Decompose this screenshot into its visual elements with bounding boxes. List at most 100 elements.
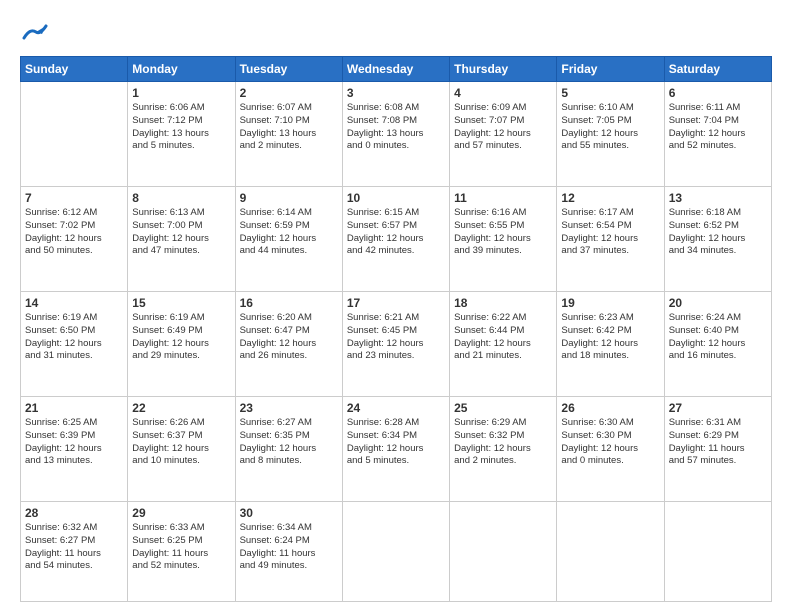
day-info: Sunrise: 6:34 AM Sunset: 6:24 PM Dayligh… [240, 522, 338, 573]
day-number: 17 [347, 296, 445, 310]
day-info: Sunrise: 6:24 AM Sunset: 6:40 PM Dayligh… [669, 312, 767, 363]
day-number: 3 [347, 86, 445, 100]
logo [20, 20, 52, 48]
calendar-cell: 17 Sunrise: 6:21 AM Sunset: 6:45 PM Dayli… [342, 291, 449, 396]
day-info: Sunrise: 6:23 AM Sunset: 6:42 PM Dayligh… [561, 312, 659, 363]
day-info: Sunrise: 6:20 AM Sunset: 6:47 PM Dayligh… [240, 312, 338, 363]
calendar-cell: 9 Sunrise: 6:14 AM Sunset: 6:59 PM Daylig… [235, 186, 342, 291]
day-number: 22 [132, 401, 230, 415]
day-info: Sunrise: 6:17 AM Sunset: 6:54 PM Dayligh… [561, 207, 659, 258]
day-info: Sunrise: 6:27 AM Sunset: 6:35 PM Dayligh… [240, 417, 338, 468]
calendar-cell: 19 Sunrise: 6:23 AM Sunset: 6:42 PM Dayli… [557, 291, 664, 396]
calendar-cell: 16 Sunrise: 6:20 AM Sunset: 6:47 PM Dayli… [235, 291, 342, 396]
day-info: Sunrise: 6:14 AM Sunset: 6:59 PM Dayligh… [240, 207, 338, 258]
day-info: Sunrise: 6:29 AM Sunset: 6:32 PM Dayligh… [454, 417, 552, 468]
day-number: 18 [454, 296, 552, 310]
day-number: 30 [240, 506, 338, 520]
calendar-cell: 20 Sunrise: 6:24 AM Sunset: 6:40 PM Dayli… [664, 291, 771, 396]
day-info: Sunrise: 6:12 AM Sunset: 7:02 PM Dayligh… [25, 207, 123, 258]
day-number: 10 [347, 191, 445, 205]
day-info: Sunrise: 6:10 AM Sunset: 7:05 PM Dayligh… [561, 102, 659, 153]
calendar-cell: 6 Sunrise: 6:11 AM Sunset: 7:04 PM Daylig… [664, 82, 771, 187]
day-number: 24 [347, 401, 445, 415]
calendar-cell: 10 Sunrise: 6:15 AM Sunset: 6:57 PM Dayli… [342, 186, 449, 291]
day-info: Sunrise: 6:13 AM Sunset: 7:00 PM Dayligh… [132, 207, 230, 258]
calendar-cell: 3 Sunrise: 6:08 AM Sunset: 7:08 PM Daylig… [342, 82, 449, 187]
day-number: 11 [454, 191, 552, 205]
calendar-week-row: 7 Sunrise: 6:12 AM Sunset: 7:02 PM Daylig… [21, 186, 772, 291]
calendar-cell: 29 Sunrise: 6:33 AM Sunset: 6:25 PM Dayli… [128, 501, 235, 601]
day-info: Sunrise: 6:31 AM Sunset: 6:29 PM Dayligh… [669, 417, 767, 468]
weekday-header-wednesday: Wednesday [342, 57, 449, 82]
calendar-cell: 5 Sunrise: 6:10 AM Sunset: 7:05 PM Daylig… [557, 82, 664, 187]
calendar-cell: 22 Sunrise: 6:26 AM Sunset: 6:37 PM Dayli… [128, 396, 235, 501]
day-number: 20 [669, 296, 767, 310]
day-number: 14 [25, 296, 123, 310]
calendar-cell [557, 501, 664, 601]
calendar-cell [664, 501, 771, 601]
header [20, 16, 772, 48]
calendar-cell [21, 82, 128, 187]
calendar-cell: 14 Sunrise: 6:19 AM Sunset: 6:50 PM Dayli… [21, 291, 128, 396]
calendar-week-row: 28 Sunrise: 6:32 AM Sunset: 6:27 PM Dayli… [21, 501, 772, 601]
day-number: 19 [561, 296, 659, 310]
calendar-cell: 13 Sunrise: 6:18 AM Sunset: 6:52 PM Dayli… [664, 186, 771, 291]
calendar-cell: 7 Sunrise: 6:12 AM Sunset: 7:02 PM Daylig… [21, 186, 128, 291]
calendar-cell: 27Sunrise: 6:31 AM Sunset: 6:29 PM Dayli… [664, 396, 771, 501]
day-info: Sunrise: 6:19 AM Sunset: 6:50 PM Dayligh… [25, 312, 123, 363]
logo-icon [20, 20, 48, 48]
calendar-cell: 18 Sunrise: 6:22 AM Sunset: 6:44 PM Dayli… [450, 291, 557, 396]
day-number: 7 [25, 191, 123, 205]
calendar-cell: 26 Sunrise: 6:30 AM Sunset: 6:30 PM Dayli… [557, 396, 664, 501]
weekday-header-friday: Friday [557, 57, 664, 82]
day-info: Sunrise: 6:08 AM Sunset: 7:08 PM Dayligh… [347, 102, 445, 153]
day-number: 16 [240, 296, 338, 310]
calendar-cell: 30 Sunrise: 6:34 AM Sunset: 6:24 PM Dayli… [235, 501, 342, 601]
day-info: Sunrise: 6:09 AM Sunset: 7:07 PM Dayligh… [454, 102, 552, 153]
calendar-cell: 15Sunrise: 6:19 AM Sunset: 6:49 PM Dayli… [128, 291, 235, 396]
day-info: Sunrise: 6:30 AM Sunset: 6:30 PM Dayligh… [561, 417, 659, 468]
calendar-cell: 25 Sunrise: 6:29 AM Sunset: 6:32 PM Dayli… [450, 396, 557, 501]
calendar-cell [342, 501, 449, 601]
day-info: Sunrise: 6:15 AM Sunset: 6:57 PM Dayligh… [347, 207, 445, 258]
day-number: 15 [132, 296, 230, 310]
calendar-cell: 4 Sunrise: 6:09 AM Sunset: 7:07 PM Daylig… [450, 82, 557, 187]
calendar-cell: 2 Sunrise: 6:07 AM Sunset: 7:10 PM Daylig… [235, 82, 342, 187]
day-number: 23 [240, 401, 338, 415]
weekday-header-monday: Monday [128, 57, 235, 82]
page: SundayMondayTuesdayWednesdayThursdayFrid… [0, 0, 792, 612]
day-info: Sunrise: 6:33 AM Sunset: 6:25 PM Dayligh… [132, 522, 230, 573]
day-number: 28 [25, 506, 123, 520]
weekday-header-saturday: Saturday [664, 57, 771, 82]
day-number: 5 [561, 86, 659, 100]
day-info: Sunrise: 6:28 AM Sunset: 6:34 PM Dayligh… [347, 417, 445, 468]
day-number: 21 [25, 401, 123, 415]
calendar-week-row: 14 Sunrise: 6:19 AM Sunset: 6:50 PM Dayli… [21, 291, 772, 396]
day-info: Sunrise: 6:16 AM Sunset: 6:55 PM Dayligh… [454, 207, 552, 258]
day-info: Sunrise: 6:22 AM Sunset: 6:44 PM Dayligh… [454, 312, 552, 363]
calendar-cell: 24 Sunrise: 6:28 AM Sunset: 6:34 PM Dayli… [342, 396, 449, 501]
day-number: 25 [454, 401, 552, 415]
day-info: Sunrise: 6:07 AM Sunset: 7:10 PM Dayligh… [240, 102, 338, 153]
day-info: Sunrise: 6:25 AM Sunset: 6:39 PM Dayligh… [25, 417, 123, 468]
day-info: Sunrise: 6:21 AM Sunset: 6:45 PM Dayligh… [347, 312, 445, 363]
day-info: Sunrise: 6:18 AM Sunset: 6:52 PM Dayligh… [669, 207, 767, 258]
weekday-header-row: SundayMondayTuesdayWednesdayThursdayFrid… [21, 57, 772, 82]
day-number: 2 [240, 86, 338, 100]
calendar-cell: 12Sunrise: 6:17 AM Sunset: 6:54 PM Dayli… [557, 186, 664, 291]
calendar-week-row: 21 Sunrise: 6:25 AM Sunset: 6:39 PM Dayli… [21, 396, 772, 501]
day-number: 6 [669, 86, 767, 100]
weekday-header-thursday: Thursday [450, 57, 557, 82]
day-number: 4 [454, 86, 552, 100]
calendar-cell: 23 Sunrise: 6:27 AM Sunset: 6:35 PM Dayli… [235, 396, 342, 501]
day-number: 9 [240, 191, 338, 205]
day-info: Sunrise: 6:11 AM Sunset: 7:04 PM Dayligh… [669, 102, 767, 153]
day-number: 13 [669, 191, 767, 205]
day-number: 26 [561, 401, 659, 415]
day-number: 29 [132, 506, 230, 520]
day-info: Sunrise: 6:32 AM Sunset: 6:27 PM Dayligh… [25, 522, 123, 573]
calendar-cell: 28 Sunrise: 6:32 AM Sunset: 6:27 PM Dayli… [21, 501, 128, 601]
calendar-cell: 21 Sunrise: 6:25 AM Sunset: 6:39 PM Dayli… [21, 396, 128, 501]
day-info: Sunrise: 6:26 AM Sunset: 6:37 PM Dayligh… [132, 417, 230, 468]
weekday-header-tuesday: Tuesday [235, 57, 342, 82]
